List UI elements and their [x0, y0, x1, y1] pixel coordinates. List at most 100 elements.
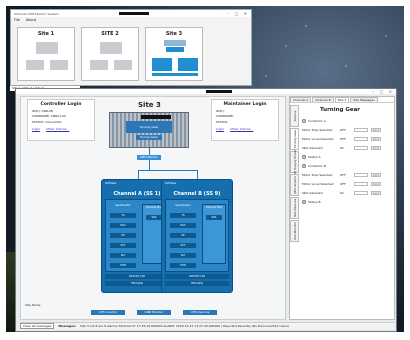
sss-module[interactable]: SSS: [146, 215, 162, 220]
group-toggle[interactable]: ⌄ Status A: [302, 154, 321, 159]
controller-login-link[interactable]: Login: [32, 127, 40, 131]
control-label: SDG Selected: [302, 190, 323, 195]
value-select[interactable]: [354, 145, 368, 150]
vtab-site-devices[interactable]: Site Devices: [290, 197, 299, 219]
control-row: SDG Selected On Send: [302, 143, 394, 152]
chevron-down-icon[interactable]: ⌄: [302, 118, 306, 123]
value-select[interactable]: [354, 172, 368, 177]
overview-window: Channel OTM Monitor System – ▢ ✕ File Ab…: [10, 9, 252, 86]
menu-file[interactable]: File: [14, 18, 20, 22]
group-toggle[interactable]: ⌄ Contactor B: [302, 163, 326, 168]
detail-tabs: Channel A Channel B Site 3 Site Messages: [290, 97, 394, 103]
group-toggle[interactable]: ⌄ Contactor A: [302, 118, 326, 123]
control-label: SDG Selected: [302, 145, 323, 150]
window-controls-icon[interactable]: – ▢ ✕: [372, 89, 394, 94]
group-toggle[interactable]: ⌄ Status B: [302, 199, 321, 204]
site-card-title: SITE 2: [101, 31, 119, 37]
vtab-actions[interactable]: Actions: [290, 105, 299, 127]
module-slt[interactable]: SLT: [170, 253, 196, 258]
vtab-label: Site Devices: [292, 198, 297, 218]
group-label: Contactor B: [308, 163, 326, 168]
module-ts[interactable]: TS: [110, 213, 136, 218]
send-button[interactable]: Send: [371, 145, 381, 150]
send-button[interactable]: Send: [371, 190, 381, 195]
ups-devices-button[interactable]: UPS Devices: [183, 310, 217, 315]
redaction-bar: [206, 90, 232, 93]
send-button[interactable]: Send: [371, 181, 381, 186]
module-ts[interactable]: TS: [170, 213, 196, 218]
clear-messages-button[interactable]: Clear all messages: [20, 323, 55, 329]
control-value: OFF: [340, 172, 346, 177]
maintainer-login-box: Maintainer Login ID(R): USERNAME: STATUS…: [211, 99, 279, 141]
menu-about[interactable]: About: [26, 18, 36, 22]
tuning-gear-block[interactable]: Tuning Gear: [136, 135, 162, 140]
module-rsc[interactable]: RSC: [110, 223, 136, 228]
channel-footer[interactable]: TBUS(SS): [105, 281, 169, 286]
chevron-down-icon[interactable]: ⌄: [302, 163, 306, 168]
tab-channel-a[interactable]: Channel A: [290, 97, 312, 102]
control-row: Motor Stop Selected OFF Send: [302, 125, 394, 134]
vtab-turning-gear[interactable]: Turning Gear: [290, 128, 299, 150]
site-card-1[interactable]: Site 1: [17, 27, 75, 81]
control-value: OFF: [340, 181, 346, 186]
chevron-down-icon[interactable]: ⌄: [302, 199, 306, 204]
value-select[interactable]: [354, 181, 368, 186]
channel-b-box[interactable]: Softrates Channel B (SS 9) Sensitivator …: [161, 179, 233, 293]
window-controls-icon[interactable]: – ▢ ✕: [227, 11, 249, 16]
maintainer-login-link[interactable]: Login: [216, 127, 224, 131]
chevron-down-icon[interactable]: ⌄: [302, 154, 306, 159]
channel-footer[interactable]: DDR B(F) RP: [105, 274, 169, 279]
module-tdm[interactable]: TDM: [110, 263, 136, 268]
module-ve[interactable]: VE: [170, 233, 196, 238]
site-thumb-block: [26, 60, 44, 70]
tab-site-3[interactable]: Site 3: [334, 97, 350, 102]
overview-titlebar[interactable]: Channel OTM Monitor System – ▢ ✕: [11, 10, 251, 17]
group-header: ⌄ Contactor B: [302, 161, 394, 170]
channel-footer[interactable]: DDR B(F) RP: [165, 274, 229, 279]
vtab-qps-actions[interactable]: QPS Actions: [290, 174, 299, 196]
site-card-2[interactable]: SITE 2: [81, 27, 139, 81]
maintainer-other-actions-link[interactable]: Other actions...: [230, 127, 253, 131]
site-card-title: Site 1: [37, 31, 55, 37]
vtab-label: Site Monitor: [292, 221, 297, 241]
channel-mod-panel[interactable]: Channel Mod SSS: [202, 204, 226, 264]
vtab-rf-supply[interactable]: RF Supply Driver: [290, 149, 299, 175]
controller-other-actions-link[interactable]: Other actions...: [46, 127, 69, 131]
control-value: On: [340, 190, 345, 195]
channel-mini-label: Softrates: [165, 182, 177, 185]
message-bar: Clear all messages Messages: Site 3 out …: [20, 322, 394, 329]
send-button[interactable]: Send: [371, 172, 381, 177]
site-card-3[interactable]: Site 3: [145, 27, 203, 81]
ups-invertor-button[interactable]: UPS Invertor: [91, 310, 125, 315]
module-sct[interactable]: SCT: [110, 243, 136, 248]
value-select[interactable]: [354, 127, 368, 132]
tab-site-messages[interactable]: Site Messages: [350, 97, 378, 102]
controller-login-title: Controller Login: [40, 102, 82, 107]
module-slt[interactable]: SLT: [110, 253, 136, 258]
value-select[interactable]: [354, 190, 368, 195]
turning-gear-block[interactable]: Turning Gear: [126, 121, 172, 133]
site-items-label: Site Items:: [25, 303, 42, 307]
panel-title: Turning Gear: [320, 107, 361, 113]
maintainer-login-title: Maintainer Login: [223, 102, 267, 107]
sss-module[interactable]: SSS: [206, 215, 222, 220]
tab-channel-b[interactable]: Channel B: [312, 97, 334, 102]
channel-footer[interactable]: TBUS(SS): [165, 281, 229, 286]
channel-b-title: Channel B (SS 9): [173, 191, 221, 197]
value-select[interactable]: [354, 136, 368, 141]
module-tdm[interactable]: TDM: [170, 263, 196, 268]
module-sct[interactable]: SCT: [170, 243, 196, 248]
messages-text: Site 3 out 8 are 8 alarms 2019-02-27 17:…: [80, 324, 289, 328]
module-ve[interactable]: VE: [110, 233, 136, 238]
vtab-site-monitor[interactable]: Site Monitor: [290, 220, 299, 242]
send-button[interactable]: Send: [371, 127, 381, 132]
gnb-monitor-button[interactable]: GNB Monitor: [137, 310, 171, 315]
module-rsc[interactable]: RSC: [170, 223, 196, 228]
send-button[interactable]: Send: [371, 136, 381, 141]
site-window-titlebar[interactable]: – ▢ ✕: [16, 89, 396, 94]
control-row: Motor Local Selected OFF Send: [302, 134, 394, 143]
site-thumb-block: [36, 42, 58, 54]
site-diagram-panel: Controller Login ID(R): CNR-08 USERNAME:…: [20, 96, 286, 320]
controller-login-line: USERNAME: CNRA1-00: [32, 114, 66, 118]
site-thumb-block: [90, 60, 108, 70]
